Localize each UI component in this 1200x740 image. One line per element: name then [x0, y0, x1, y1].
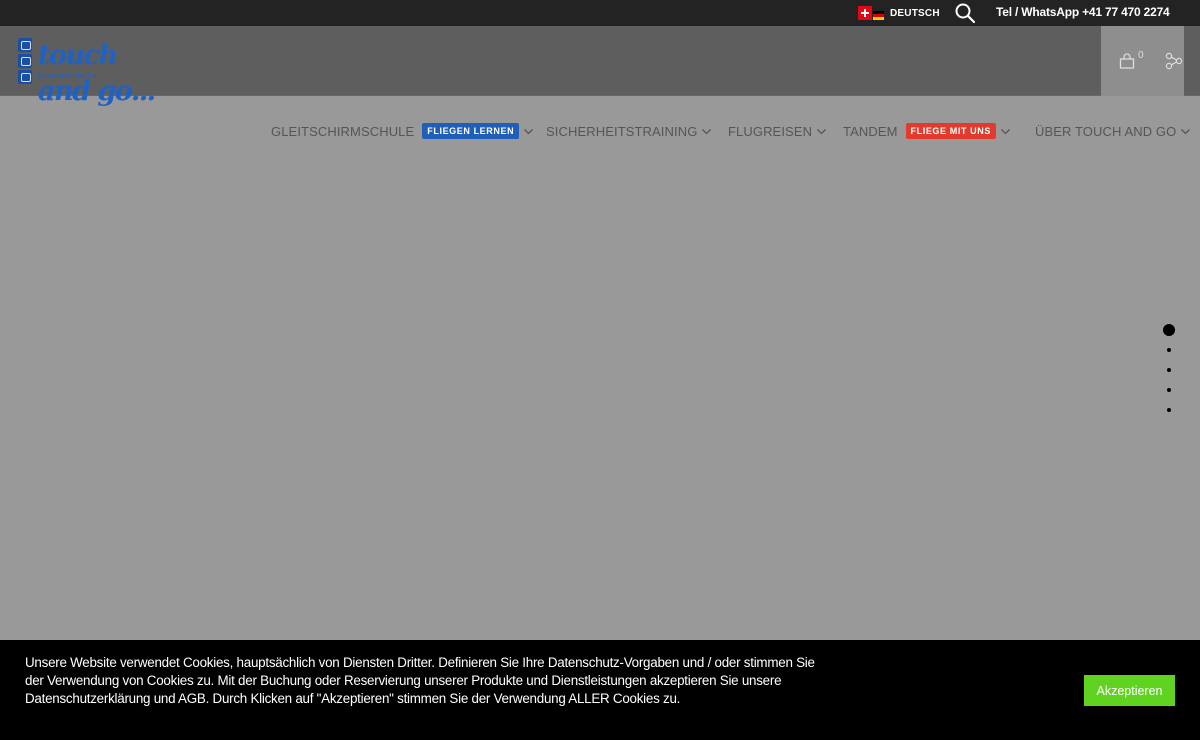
nav-item-label: FLUGREISEN — [728, 123, 813, 139]
nav-item-label: ÜBER TOUCH AND GO — [1035, 123, 1177, 139]
slider-dot-active[interactable] — [1163, 324, 1175, 336]
slider-dot[interactable] — [1167, 408, 1171, 412]
nav-item-flugreisen[interactable]: FLUGREISEN — [728, 120, 827, 142]
slider-dot[interactable] — [1167, 368, 1171, 372]
slider-dot[interactable] — [1167, 348, 1171, 352]
german-flag-icon — [873, 10, 884, 21]
swiss-flag-icon — [858, 6, 872, 20]
accept-cookies-button[interactable]: Akzeptieren — [1084, 675, 1175, 706]
language-switcher[interactable]: DEUTSCH — [858, 4, 940, 22]
chevron-down-icon — [524, 128, 534, 134]
heart-icon — [18, 70, 32, 84]
language-label[interactable]: DEUTSCH — [890, 8, 940, 19]
nav-item-label: SICHERHEITSTRAINING — [546, 123, 698, 139]
cart-count: 0 — [1138, 50, 1144, 61]
cookie-text: Unsere Website verwendet Cookies, haupts… — [25, 655, 815, 706]
top-bar: DEUTSCH Tel / WhatsApp +41 77 470 2274 — [0, 0, 1200, 26]
header-actions: 0 — [1101, 26, 1184, 96]
phone-link[interactable]: Tel / WhatsApp +41 77 470 2274 — [996, 5, 1170, 19]
nav-item-ueber-touch-and-go[interactable]: ÜBER TOUCH AND GO — [1035, 120, 1191, 142]
logo-subtitle: PARAGLIDING.CH — [38, 74, 97, 80]
share-icon[interactable] — [1165, 52, 1183, 70]
mountain-icon — [18, 54, 32, 68]
site-logo[interactable]: touch and go... PARAGLIDING.CH — [18, 38, 168, 107]
paraglider-icon — [18, 38, 32, 52]
cookie-banner: Unsere Website verwendet Cookies, haupts… — [0, 640, 1200, 740]
nav-item-label: GLEITSCHIRMSCHULE — [271, 123, 415, 139]
chevron-down-icon — [702, 128, 712, 134]
search-icon[interactable] — [954, 2, 976, 24]
nav-badge-fliege-mit-uns: FLIEGE MIT UNS — [905, 123, 996, 139]
chevron-down-icon — [1181, 128, 1191, 134]
main-navigation: GLEITSCHIRMSCHULE FLIEGEN LERNEN SICHERH… — [0, 120, 1200, 144]
nav-item-tandem[interactable]: TANDEM FLIEGE MIT UNS — [843, 120, 1011, 142]
nav-item-gleitschirmschule[interactable]: GLEITSCHIRMSCHULE FLIEGEN LERNEN — [271, 120, 534, 142]
site-header: touch and go... PARAGLIDING.CH 0 — [0, 26, 1200, 107]
cart-icon[interactable] — [1119, 53, 1135, 69]
slider-dot[interactable] — [1167, 388, 1171, 392]
nav-item-label: TANDEM — [843, 123, 898, 139]
chevron-down-icon — [817, 128, 827, 134]
nav-item-sicherheitstraining[interactable]: SICHERHEITSTRAINING — [546, 120, 712, 142]
nav-badge-fliegen-lernen: FLIEGEN LERNEN — [422, 123, 520, 139]
logo-badges — [18, 38, 32, 84]
chevron-down-icon — [1000, 128, 1010, 134]
